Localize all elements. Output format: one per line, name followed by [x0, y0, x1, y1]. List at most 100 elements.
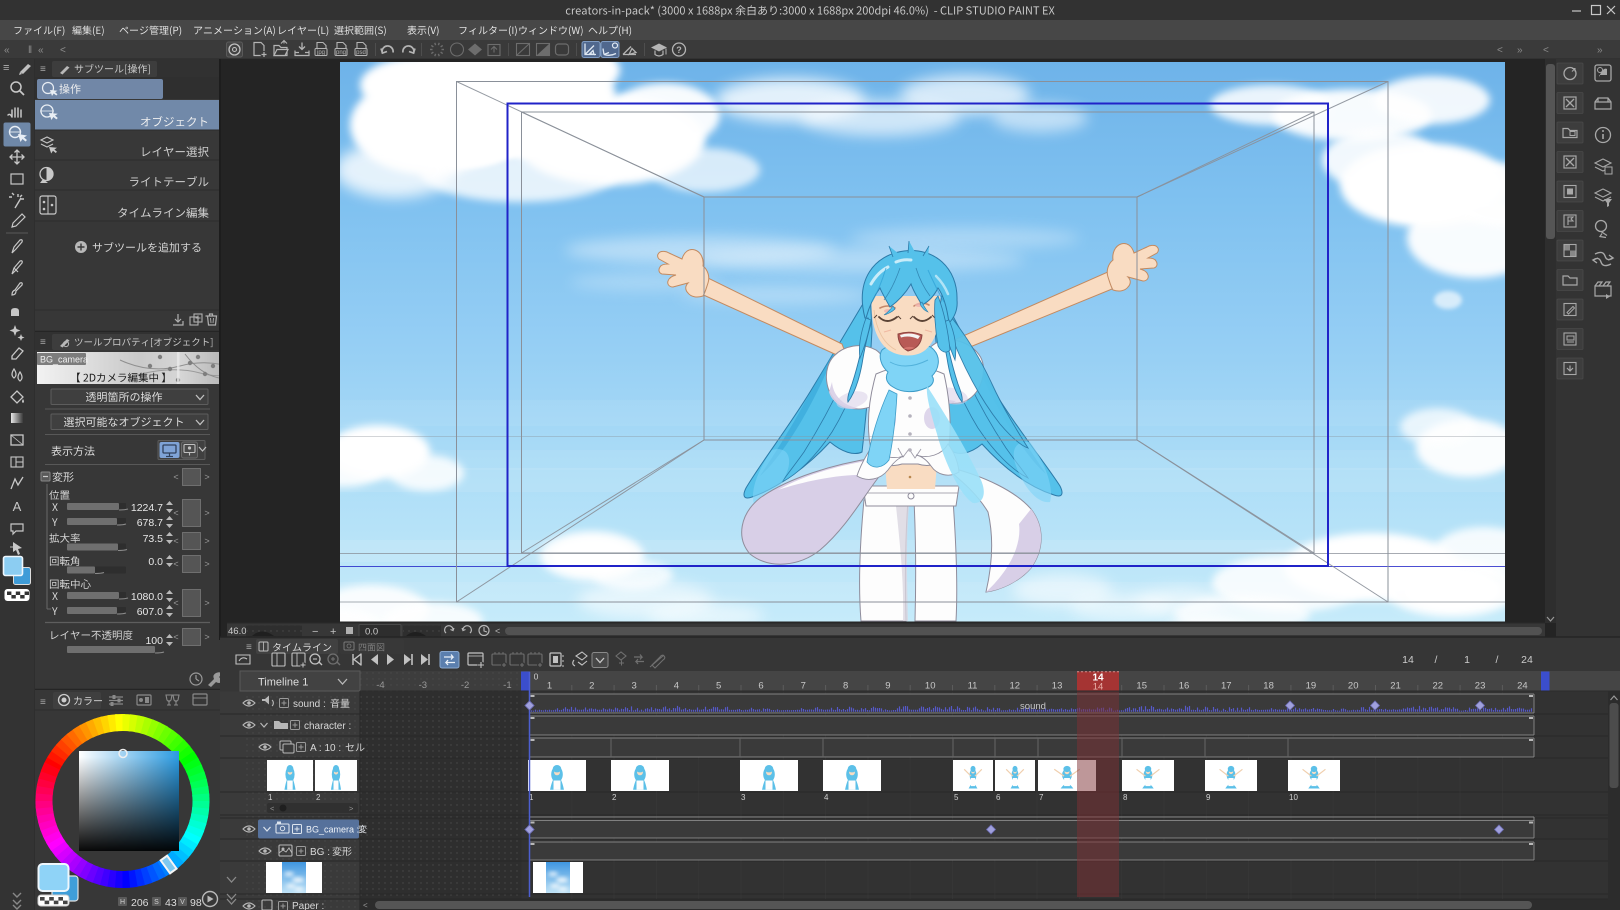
svg-text:>: > [204, 632, 209, 642]
svg-text:2: 2 [589, 681, 594, 692]
svg-text:A : 10 :: A : 10 : [310, 743, 341, 754]
svg-text:21: 21 [1390, 681, 1401, 692]
svg-text:Timeline 1: Timeline 1 [258, 677, 308, 689]
svg-text:10: 10 [1289, 793, 1298, 802]
svg-text:-2: -2 [461, 680, 469, 691]
svg-text:»: » [1517, 45, 1523, 56]
svg-text:BG_camera :: BG_camera : [306, 825, 359, 835]
svg-text:73.5: 73.5 [143, 533, 164, 545]
svg-text:V: V [180, 899, 185, 906]
svg-text:<: < [173, 536, 178, 546]
svg-text:?: ? [676, 45, 682, 55]
svg-text:0: 0 [534, 672, 539, 682]
svg-text:‖: ‖ [28, 45, 32, 56]
svg-text:1080.0: 1080.0 [131, 591, 163, 603]
svg-text:≡: ≡ [246, 642, 252, 653]
svg-text:3: 3 [631, 681, 636, 692]
svg-text:6: 6 [758, 681, 763, 692]
svg-text:≡: ≡ [40, 337, 46, 348]
svg-text:«: « [4, 45, 10, 56]
svg-text:9: 9 [1206, 793, 1211, 802]
svg-text:18: 18 [1263, 681, 1274, 692]
svg-text:22: 22 [1433, 681, 1444, 692]
svg-text:11: 11 [968, 681, 978, 692]
svg-text:16: 16 [1179, 681, 1190, 692]
svg-text:»: » [1597, 45, 1603, 56]
svg-text:<: < [173, 632, 178, 642]
svg-text:<: < [173, 559, 178, 569]
svg-text:<: < [270, 804, 275, 813]
svg-text:<: < [173, 472, 178, 482]
svg-text:<: < [1497, 45, 1503, 56]
svg-text:4: 4 [674, 681, 679, 692]
svg-text:0.0: 0.0 [365, 627, 378, 638]
svg-text:jpg: jpg [316, 50, 325, 56]
svg-text:S: S [154, 899, 159, 906]
svg-text:1: 1 [547, 681, 552, 692]
svg-text:10: 10 [925, 681, 936, 692]
svg-text:7: 7 [801, 681, 806, 692]
svg-text:100: 100 [145, 635, 163, 647]
svg-text:9: 9 [885, 681, 890, 692]
svg-text:13: 13 [1052, 681, 1063, 692]
svg-text:-3: -3 [419, 680, 427, 691]
svg-text:0.0: 0.0 [148, 556, 163, 568]
svg-text:<: < [60, 45, 66, 56]
svg-text:>: > [204, 472, 209, 482]
svg-text:<: < [173, 598, 178, 608]
svg-text:12: 12 [1010, 681, 1021, 692]
svg-text:<: < [495, 626, 500, 636]
svg-text:24: 24 [1517, 681, 1528, 692]
svg-text:4: 4 [824, 793, 829, 802]
svg-text:sound :: sound : [293, 699, 326, 710]
svg-text:<: < [1543, 45, 1549, 56]
svg-text:<: < [173, 508, 178, 518]
svg-text:−: − [312, 626, 318, 638]
svg-text:2: 2 [316, 793, 321, 802]
svg-text:3: 3 [741, 793, 746, 802]
svg-text:1: 1 [1464, 654, 1470, 666]
svg-text:5: 5 [716, 681, 721, 692]
svg-text:-1: -1 [503, 680, 511, 691]
svg-text:1: 1 [268, 793, 273, 802]
svg-text:+: + [330, 626, 336, 638]
svg-text:/: / [1435, 654, 1438, 666]
svg-text:<: < [363, 901, 368, 910]
svg-text:20: 20 [1348, 681, 1359, 692]
svg-text:2: 2 [612, 793, 617, 802]
svg-text:>: > [204, 508, 209, 518]
svg-text:A: A [13, 499, 22, 514]
svg-text:17: 17 [1221, 681, 1232, 692]
svg-text:678.7: 678.7 [137, 517, 163, 529]
svg-text:≡: ≡ [3, 62, 9, 74]
svg-text:607.0: 607.0 [137, 606, 163, 618]
svg-text:98: 98 [190, 897, 202, 909]
svg-text:1224.7: 1224.7 [131, 502, 163, 514]
svg-text:>: > [204, 536, 209, 546]
svg-text:7: 7 [1039, 793, 1044, 802]
svg-text:«: « [38, 45, 44, 56]
svg-text:19: 19 [1306, 681, 1317, 692]
svg-text:BG_camera: BG_camera [40, 355, 88, 365]
svg-text:≡: ≡ [40, 697, 46, 708]
svg-text:206: 206 [131, 897, 149, 909]
svg-text:png: png [336, 50, 346, 56]
svg-text:H: H [120, 899, 125, 906]
svg-text:5: 5 [954, 793, 959, 802]
svg-text:>: > [349, 804, 354, 813]
svg-text:8: 8 [1123, 793, 1128, 802]
svg-text:15: 15 [1136, 681, 1147, 692]
svg-text:23: 23 [1475, 681, 1486, 692]
svg-text:character :: character : [304, 721, 351, 732]
svg-text:/: / [1496, 654, 1499, 666]
svg-text:BG :: BG : [310, 847, 330, 858]
svg-text:43: 43 [165, 897, 177, 909]
svg-text:≡: ≡ [40, 64, 46, 75]
svg-text:14: 14 [1402, 654, 1414, 666]
svg-text:8: 8 [843, 681, 848, 692]
svg-text:24: 24 [1521, 654, 1533, 666]
svg-text:psd: psd [356, 50, 366, 56]
svg-text:>: > [204, 559, 209, 569]
svg-text:-4: -4 [376, 680, 384, 691]
svg-text:46.0: 46.0 [228, 626, 247, 637]
